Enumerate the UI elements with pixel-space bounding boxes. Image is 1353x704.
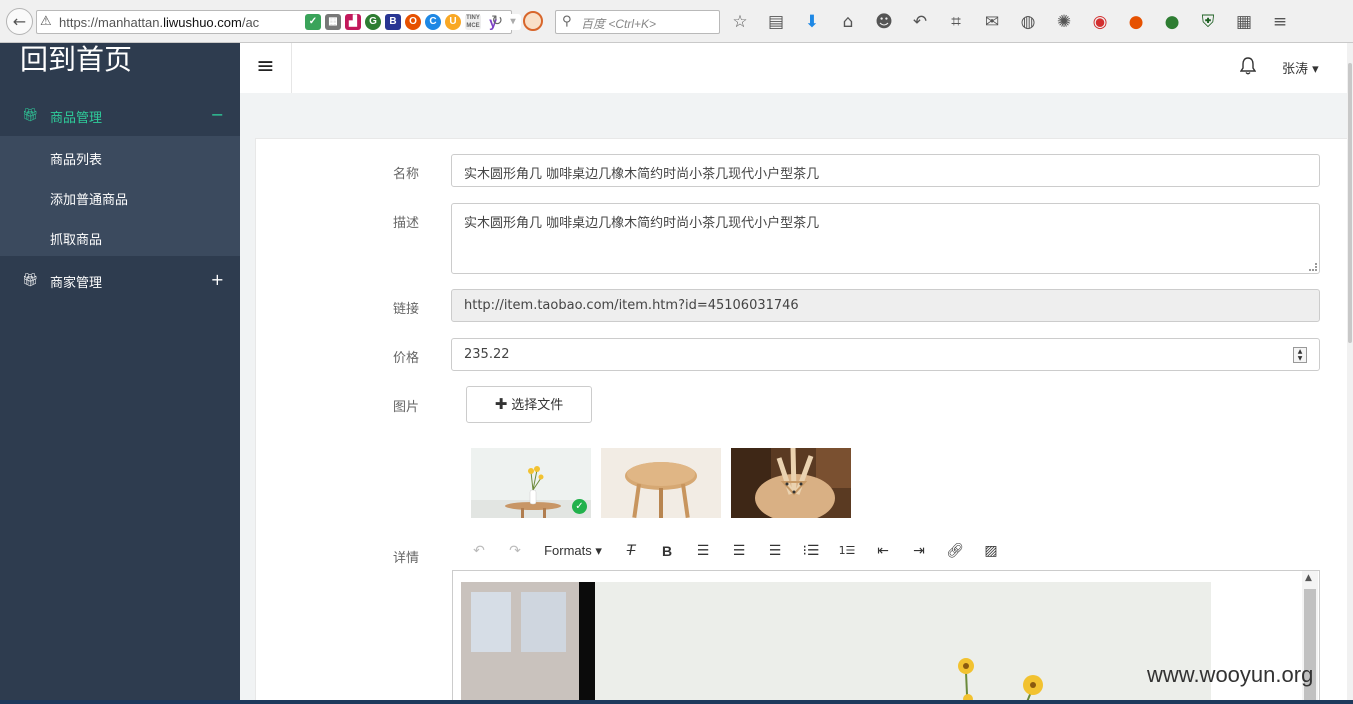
home-icon[interactable]: ⌂: [836, 10, 860, 34]
search-box[interactable]: ⚲ 百度 <Ctrl+K>: [555, 10, 720, 34]
number-spinner-icon[interactable]: ▲ ▼: [1293, 347, 1307, 363]
image-thumbnail[interactable]: ✓: [471, 448, 591, 518]
align-right-icon[interactable]: ☰: [757, 539, 793, 563]
red-ext-icon[interactable]: ◉: [1088, 10, 1112, 34]
bug-icon[interactable]: ✺: [1052, 10, 1076, 34]
sidebar-item-add-goods[interactable]: 添加普通商品: [50, 189, 128, 208]
sidebar-group-label: 商品管理: [50, 111, 103, 126]
gift-icon: 🎁︎: [22, 108, 39, 123]
clear-format-icon[interactable]: T: [613, 539, 649, 563]
bold-icon[interactable]: B: [649, 539, 685, 563]
wall-icon[interactable]: ▦: [1232, 10, 1256, 34]
numbered-list-icon[interactable]: 1☰: [829, 539, 865, 563]
image-icon[interactable]: ▨: [973, 539, 1009, 563]
sidebar-group-goods[interactable]: 🎁︎ 商品管理 −: [0, 94, 240, 138]
sidebar-sub-list: 商品列表 添加普通商品 抓取商品: [0, 136, 240, 256]
block-icon[interactable]: [523, 11, 543, 31]
price-input[interactable]: 235.22 ▲ ▼: [451, 338, 1320, 371]
dropdown-icon[interactable]: ▾: [505, 14, 521, 30]
selected-check-icon: ✓: [572, 499, 587, 514]
rich-editor-toolbar: ↶ ↷ Formats ▾ T B ☰ ☰ ☰ ⁝☰ 1☰ ⇤ ⇥ 🔗︎ ▨: [461, 539, 1009, 563]
resize-grip-icon[interactable]: [1309, 263, 1317, 271]
chart-icon[interactable]: ▟: [345, 14, 361, 30]
name-input[interactable]: 实木圆形角几 咖啡桌边几橡木简约时尚小茶几现代小户型茶几: [451, 154, 1320, 187]
collapse-icon[interactable]: −: [211, 105, 224, 124]
address-bar[interactable]: ⚠ https://manhattan.liwushuo.com/ac ✓ ▦ …: [36, 10, 521, 34]
reload-icon[interactable]: ↻: [491, 13, 503, 29]
gift-icon: 🎁︎: [22, 273, 39, 288]
price-label: 价格: [393, 351, 420, 366]
globe-icon[interactable]: ◍: [1016, 10, 1040, 34]
link-icon[interactable]: 🔗︎: [937, 539, 973, 563]
menu-icon[interactable]: ≡: [1268, 10, 1292, 34]
url-text: https://manhattan.liwushuo.com/ac: [59, 15, 260, 30]
undo-icon[interactable]: ↶: [908, 10, 932, 34]
bullet-list-icon[interactable]: ⁝☰: [793, 539, 829, 563]
comment-icon[interactable]: ✉: [980, 10, 1004, 34]
chat-icon[interactable]: ☻: [872, 10, 896, 34]
name-label: 名称: [393, 167, 420, 182]
taskbar: [0, 700, 1353, 704]
browser-toolbar: ← ⚠ https://manhattan.liwushuo.com/ac ✓ …: [0, 0, 1353, 43]
description-label: 描述: [393, 216, 420, 231]
top-navbar: ≡ 张涛 ▾: [240, 43, 1353, 93]
plus-icon: ✚: [494, 395, 508, 413]
image-thumbnail[interactable]: [731, 448, 851, 518]
orange-ext-icon[interactable]: ●: [1124, 10, 1148, 34]
sidebar-item-goods-list[interactable]: 商品列表: [50, 149, 102, 168]
qr-icon[interactable]: ▦: [325, 14, 341, 30]
bookmark-star-icon[interactable]: ☆: [728, 10, 752, 34]
search-placeholder: 百度 <Ctrl+K>: [581, 17, 657, 31]
undo-icon[interactable]: ↶: [461, 539, 497, 563]
image-thumbnail[interactable]: [601, 448, 721, 518]
c-icon[interactable]: C: [425, 14, 441, 30]
green-ext-icon[interactable]: ●: [1160, 10, 1184, 34]
warning-icon: ⚠: [40, 14, 52, 29]
image-label: 图片: [393, 400, 420, 415]
bell-icon[interactable]: [1239, 57, 1257, 79]
tinymce-icon[interactable]: TINY MCE: [465, 14, 481, 30]
scroll-up-icon[interactable]: ▲: [1305, 573, 1312, 583]
reading-list-icon[interactable]: ▤: [764, 10, 788, 34]
shield-ext-icon[interactable]: ⛨: [1196, 10, 1220, 34]
formats-dropdown[interactable]: Formats ▾: [533, 539, 613, 563]
expand-icon[interactable]: +: [211, 270, 224, 289]
sidebar-group-merchant[interactable]: 🎁︎ 商家管理 +: [0, 259, 240, 303]
choose-file-button[interactable]: ✚ 选择文件: [466, 386, 592, 423]
description-textarea[interactable]: 实木圆形角几 咖啡桌边几橡木简约时尚小茶几现代小户型茶几: [451, 203, 1320, 274]
sidebar-item-fetch-goods[interactable]: 抓取商品: [50, 229, 102, 248]
indent-icon[interactable]: ⇥: [901, 539, 937, 563]
g-icon[interactable]: G: [365, 14, 381, 30]
download-icon[interactable]: ⬇: [800, 10, 824, 34]
detail-image: [461, 582, 1211, 704]
smile-icon[interactable]: U: [445, 14, 461, 30]
user-menu[interactable]: 张涛 ▾: [1282, 58, 1319, 77]
shield-icon[interactable]: ✓: [305, 14, 321, 30]
link-input: http://item.taobao.com/item.htm?id=45106…: [451, 289, 1320, 322]
page-scrollbar[interactable]: [1347, 43, 1353, 704]
crop-icon[interactable]: ⌗: [944, 10, 968, 34]
search-icon: ⚲: [562, 14, 572, 29]
align-center-icon[interactable]: ☰: [721, 539, 757, 563]
main-content: ≡ 张涛 ▾ 名称 实木圆形角几 咖啡桌边几橡木简约时尚小茶几现代小户型茶几 描…: [240, 43, 1353, 704]
sidebar-group-label: 商家管理: [50, 276, 103, 291]
back-button[interactable]: ←: [6, 8, 33, 35]
align-left-icon[interactable]: ☰: [685, 539, 721, 563]
watermark: www.wooyun.org: [1147, 662, 1314, 687]
goods-form: 名称 实木圆形角几 咖啡桌边几橡木简约时尚小茶几现代小户型茶几 描述 实木圆形角…: [255, 138, 1350, 704]
o-icon[interactable]: O: [405, 14, 421, 30]
b-icon[interactable]: B: [385, 14, 401, 30]
hamburger-icon[interactable]: ≡: [240, 43, 292, 93]
sidebar: 回到首页 🎁︎ 商品管理 − 商品列表 添加普通商品 抓取商品 🎁︎ 商家管理 …: [0, 43, 240, 704]
home-link[interactable]: 回到首页: [20, 43, 132, 77]
link-label: 链接: [393, 302, 420, 317]
detail-label: 详情: [393, 551, 420, 566]
redo-icon[interactable]: ↷: [497, 539, 533, 563]
toolbar-icons: ☆ ▤ ⬇ ⌂ ☻ ↶ ⌗ ✉ ◍ ✺ ◉ ● ● ⛨ ▦ ≡: [728, 10, 1304, 34]
outdent-icon[interactable]: ⇤: [865, 539, 901, 563]
extension-icons: ✓ ▦ ▟ G B O C U TINY MCE y ▾: [305, 14, 521, 32]
